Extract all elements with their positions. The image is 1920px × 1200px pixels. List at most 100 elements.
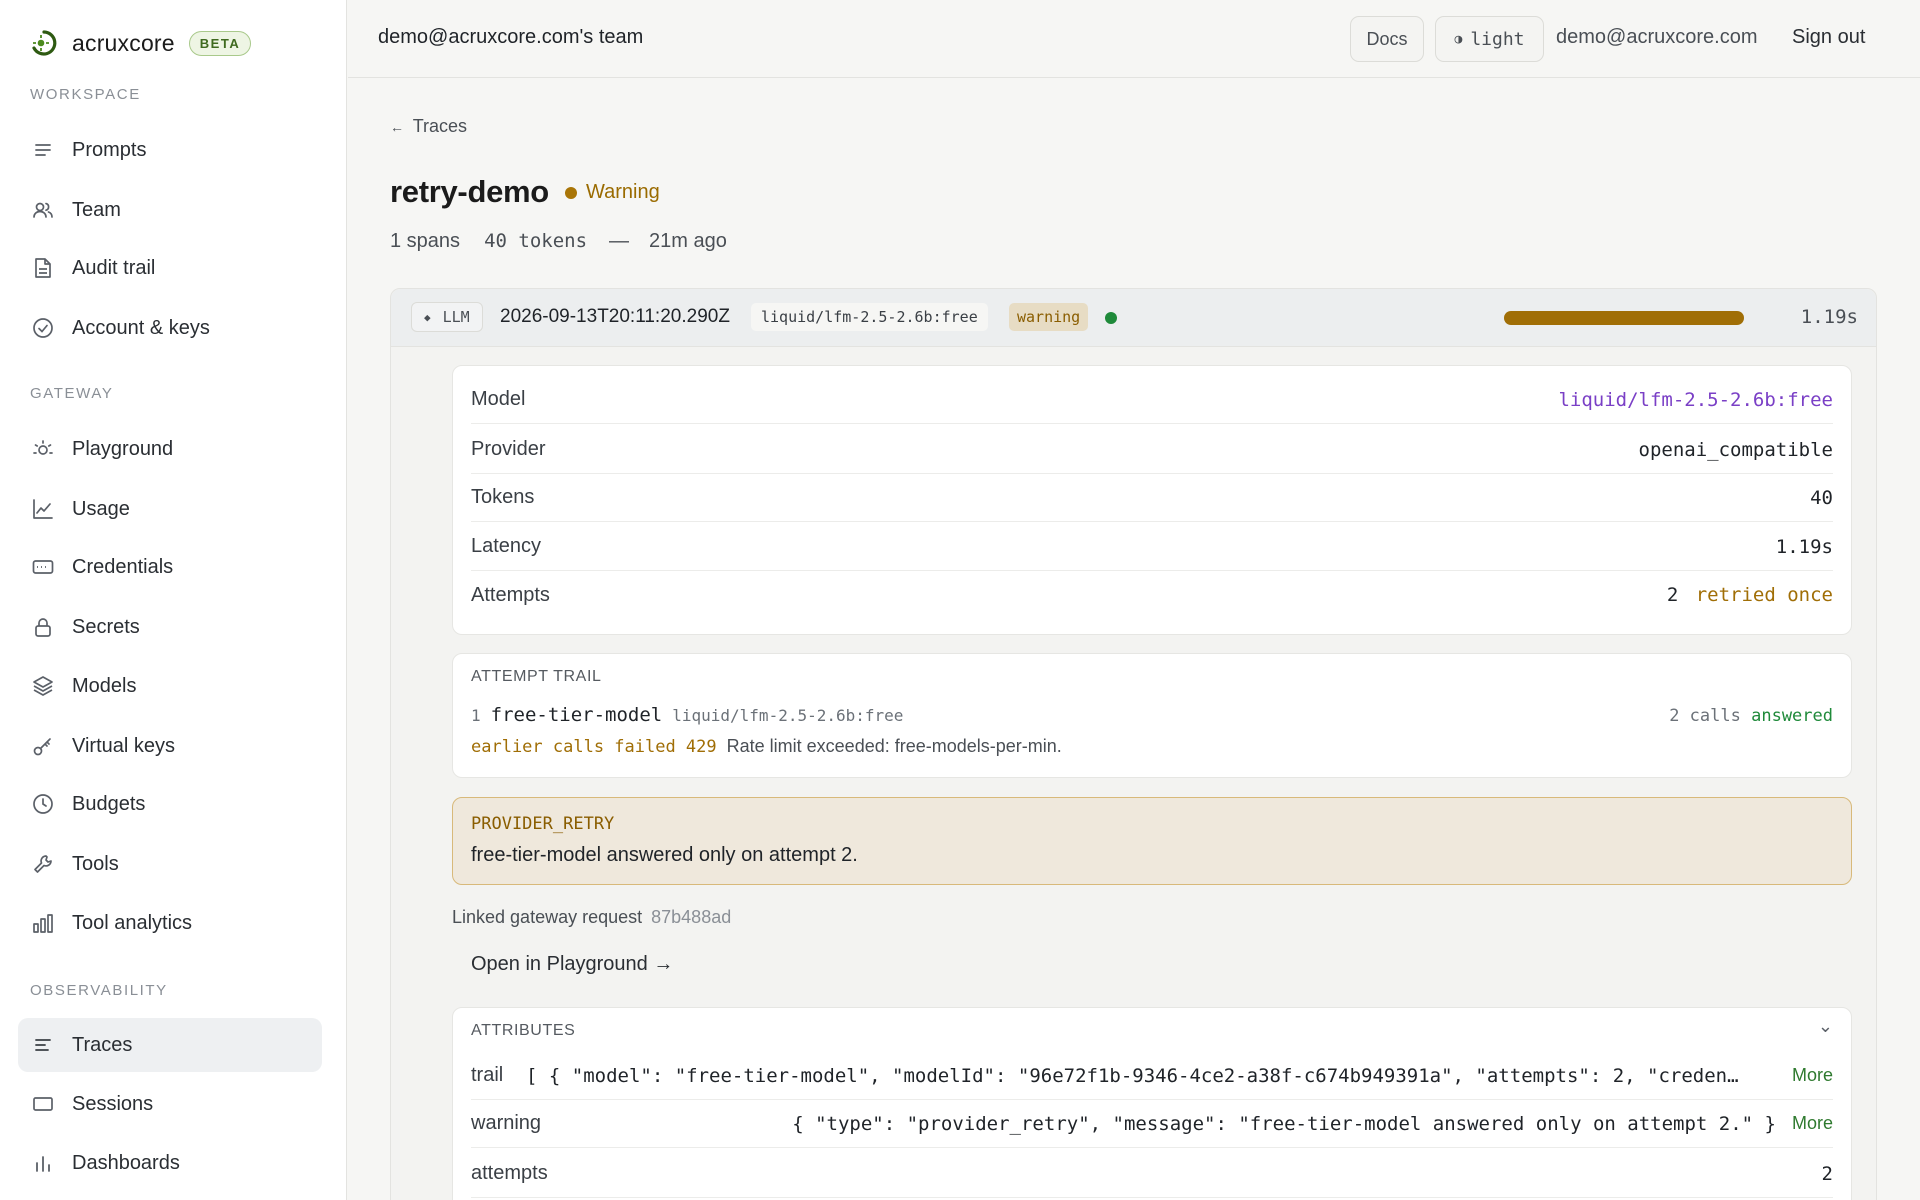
bar-chart-icon — [32, 912, 54, 934]
sun-icon — [32, 438, 54, 460]
attribute-row-warning: warning { "type": "provider_retry", "mes… — [471, 1100, 1833, 1148]
span-details-panel: Model liquid/lfm-2.5-2.6b:free Provider … — [452, 365, 1852, 635]
span-duration: 1.19s — [1800, 306, 1858, 328]
detail-label: Attempts — [471, 583, 550, 606]
attributes-panel: ATTRIBUTES ⌄ trail [ { "model": "free-ti… — [452, 1007, 1852, 1200]
span-model-chip: liquid/lfm-2.5-2.6b:free — [751, 303, 988, 331]
duration-bar — [1504, 311, 1744, 325]
attribute-key: warning — [471, 1112, 542, 1134]
span-count: 1 spans — [390, 230, 461, 252]
sidebar-item-tool-analytics[interactable]: Tool analytics — [18, 896, 322, 950]
sidebar-item-label: Traces — [72, 1033, 133, 1056]
warning-type: PROVIDER_RETRY — [471, 814, 615, 834]
document-icon — [32, 257, 54, 279]
sidebar-item-tools[interactable]: Tools — [18, 837, 322, 891]
key-icon — [32, 735, 54, 757]
more-button[interactable]: More — [1792, 1065, 1833, 1086]
layers-icon — [32, 675, 54, 697]
span-kind-label: LLM — [442, 308, 470, 326]
attempt-calls-count: 2 calls — [1669, 706, 1741, 726]
sidebar-item-prompts[interactable]: Prompts — [18, 123, 322, 177]
linked-request-id[interactable]: 87b488ad — [651, 907, 731, 927]
lock-icon — [32, 616, 54, 638]
sidebar-item-label: Budgets — [72, 792, 146, 815]
attempts-count: 2 — [1666, 584, 1679, 606]
detail-row-provider: Provider openai_compatible — [471, 426, 1833, 474]
sidebar-item-secrets[interactable]: Secrets — [18, 600, 322, 654]
sidebar-item-label: Tool analytics — [72, 911, 193, 934]
sidebar-item-label: Dashboards — [72, 1151, 180, 1174]
trace-meta: 1 spans 40 tokens — 21m ago — [390, 230, 727, 253]
wrench-icon — [32, 853, 54, 875]
attempt-row: 1 free-tier-model liquid/lfm-2.5-2.6b:fr… — [471, 704, 903, 726]
provider-retry-warning: PROVIDER_RETRY free-tier-model answered … — [452, 797, 1852, 885]
clock-icon — [32, 793, 54, 815]
detail-row-model: Model liquid/lfm-2.5-2.6b:free — [471, 376, 1833, 424]
attempt-calls: 2 calls answered — [1669, 706, 1833, 726]
back-label: Traces — [412, 116, 468, 136]
warning-dot-icon — [565, 186, 577, 199]
sidebar-item-team[interactable]: Team — [18, 183, 322, 237]
sidebar-item-usage[interactable]: Usage — [18, 482, 322, 536]
span-timestamp: 2026-09-13T20:11:20.290Z — [500, 306, 730, 327]
more-button[interactable]: More — [1792, 1113, 1833, 1134]
attempt-failure-message: Rate limit exceeded: free-models-per-min… — [726, 736, 1062, 756]
warning-message: free-tier-model answered only on attempt… — [471, 844, 858, 866]
trace-age: 21m ago — [649, 230, 727, 252]
attribute-value: [ { "model": "free-tier-model", "modelId… — [526, 1064, 1739, 1087]
span-level-badge: warning — [1009, 303, 1089, 331]
sidebar-item-sessions[interactable]: Sessions — [18, 1077, 322, 1131]
detail-row-attempts: Attempts 2 retried once — [471, 571, 1833, 619]
back-to-traces-link[interactable]: ← Traces — [390, 116, 467, 137]
section-label-observability: OBSERVABILITY — [30, 982, 168, 999]
brand[interactable]: acruxcore BETA — [30, 26, 252, 60]
sidebar-item-playground[interactable]: Playground — [18, 422, 322, 476]
section-label-workspace: WORKSPACE — [30, 86, 141, 103]
sidebar-item-audit-trail[interactable]: Audit trail — [18, 241, 322, 295]
attribute-value: 2 — [1821, 1162, 1833, 1185]
section-label-gateway: GATEWAY — [30, 385, 114, 402]
detail-value: openai_compatible — [1638, 438, 1833, 461]
team-name: demo@acruxcore.com's team — [378, 26, 644, 48]
sidebar-item-label: Tools — [72, 852, 119, 875]
sign-out-button[interactable]: Sign out — [1792, 26, 1865, 49]
sidebar-item-label: Playground — [72, 437, 174, 460]
detail-value: 40 — [1810, 486, 1833, 509]
attempt-index: 1 — [471, 706, 481, 725]
sidebar-item-budgets[interactable]: Budgets — [18, 777, 322, 831]
sidebar-item-label: Secrets — [72, 615, 140, 638]
attribute-row-trail: trail [ { "model": "free-tier-model", "m… — [471, 1052, 1833, 1100]
sidebar-item-models[interactable]: Models — [18, 659, 322, 713]
sidebar-item-label: Models — [72, 674, 137, 697]
span-header[interactable]: ◆ LLM 2026-09-13T20:11:20.290Z liquid/lf… — [391, 289, 1876, 347]
model-link[interactable]: liquid/lfm-2.5-2.6b:free — [1558, 389, 1833, 411]
users-icon — [32, 199, 54, 221]
attempt-failure: earlier calls failed 429 Rate limit exce… — [471, 736, 1062, 757]
sidebar-item-label: Credentials — [72, 555, 174, 578]
attribute-key: trail — [471, 1064, 504, 1086]
card-icon — [32, 556, 54, 578]
attempt-outcome: answered — [1751, 706, 1833, 726]
status-badge: Warning — [565, 181, 660, 204]
attempt-model-id: liquid/lfm-2.5-2.6b:free — [672, 706, 904, 725]
detail-label: Latency — [471, 535, 542, 557]
theme-label: light — [1470, 28, 1525, 50]
chevron-down-icon[interactable]: ⌄ — [1818, 1016, 1833, 1037]
detail-label: Provider — [471, 438, 546, 460]
theme-toggle-button[interactable]: ◑ light — [1435, 16, 1544, 62]
open-in-playground-link[interactable]: Open in Playground → — [471, 953, 673, 976]
sidebar-item-virtual-keys[interactable]: Virtual keys — [18, 719, 322, 773]
attribute-row-attempts: attempts 2 — [471, 1150, 1833, 1198]
sidebar-item-account-keys[interactable]: Account & keys — [18, 301, 322, 355]
sidebar-item-traces[interactable]: Traces — [18, 1018, 322, 1072]
token-count: 40 tokens — [484, 230, 588, 252]
sidebar-item-dashboards[interactable]: Dashboards — [18, 1136, 322, 1190]
page-title: retry-demo — [390, 174, 549, 209]
arrow-left-icon: ← — [390, 119, 404, 135]
attempt-model: free-tier-model — [490, 704, 663, 726]
attribute-key: attempts — [471, 1162, 548, 1184]
sidebar-item-label: Usage — [72, 497, 130, 520]
sidebar-item-credentials[interactable]: Credentials — [18, 540, 322, 594]
detail-row-latency: Latency 1.19s — [471, 523, 1833, 571]
docs-button[interactable]: Docs — [1350, 16, 1424, 62]
